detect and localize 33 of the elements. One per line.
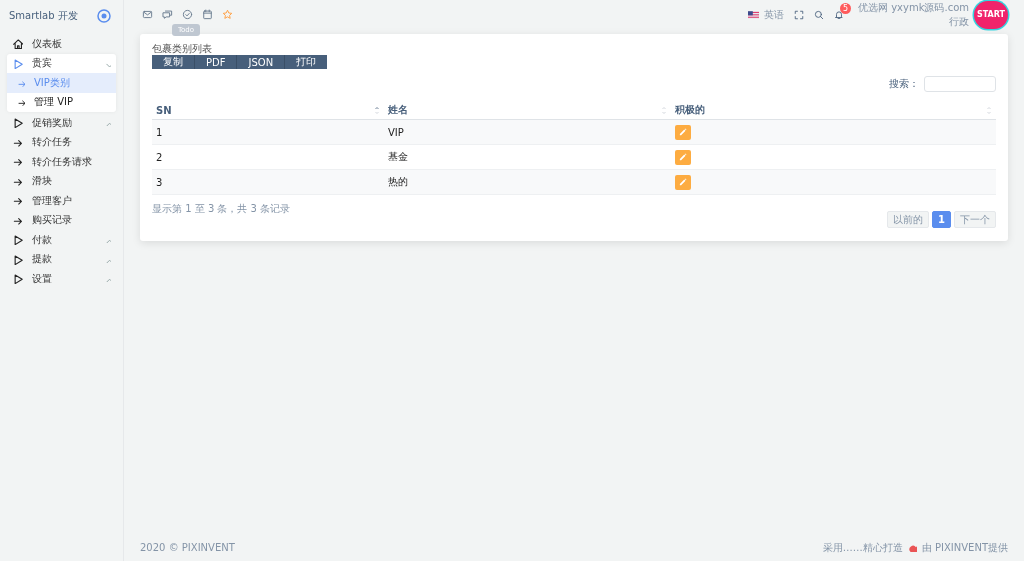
export-button[interactable]: 复制	[152, 55, 195, 69]
nav-item[interactable]: 设置	[7, 269, 116, 289]
table-cell: 1	[156, 126, 163, 138]
nav-item[interactable]: 转介任务	[7, 132, 116, 152]
nav-item[interactable]: 管理客户	[7, 191, 116, 211]
table-cell: 2	[156, 151, 163, 163]
nav-item[interactable]: 提款	[7, 249, 116, 269]
notification-badge: 5	[840, 2, 851, 14]
table-cell: VIP	[388, 126, 404, 138]
nav-item[interactable]: 付款	[7, 230, 116, 250]
table-cell: 热的	[388, 176, 408, 187]
nav-item[interactable]: 促销奖励	[7, 113, 116, 133]
card-title: 包裹类别列表	[152, 43, 213, 55]
nav-subitem[interactable]: 管理 VIP	[7, 92, 116, 112]
nav-item[interactable]: 购买记录	[7, 210, 116, 230]
table-info: 显示第 1 至 3 条，共 3 条记录	[152, 202, 291, 216]
table-cell: 基金	[388, 151, 408, 162]
column-header[interactable]: 姓名	[388, 103, 408, 117]
table-cell: 3	[156, 176, 163, 188]
column-header[interactable]: 积极的	[675, 103, 705, 117]
footer-text: 由 PIXINVENT提供	[921, 540, 1008, 555]
avatar[interactable]: START	[974, 0, 1008, 29]
user-name: 优选网 yxymk源码.com	[858, 0, 969, 15]
nav-item[interactable]: 贵宾	[7, 53, 116, 73]
user-role: 行政	[949, 14, 969, 29]
nav-item[interactable]: 转介任务请求	[7, 152, 116, 172]
brand-name: Smartlab 开发	[9, 8, 78, 23]
nav-item[interactable]: 滑块	[7, 171, 116, 191]
search-label: 搜索：	[889, 77, 919, 91]
column-header[interactable]: SN	[156, 104, 172, 116]
footer-text: 采用……精心打造	[822, 540, 903, 555]
copyright-text: 2020 © PIXINVENT	[140, 542, 235, 553]
nav-item[interactable]: 仪表板	[7, 34, 116, 54]
